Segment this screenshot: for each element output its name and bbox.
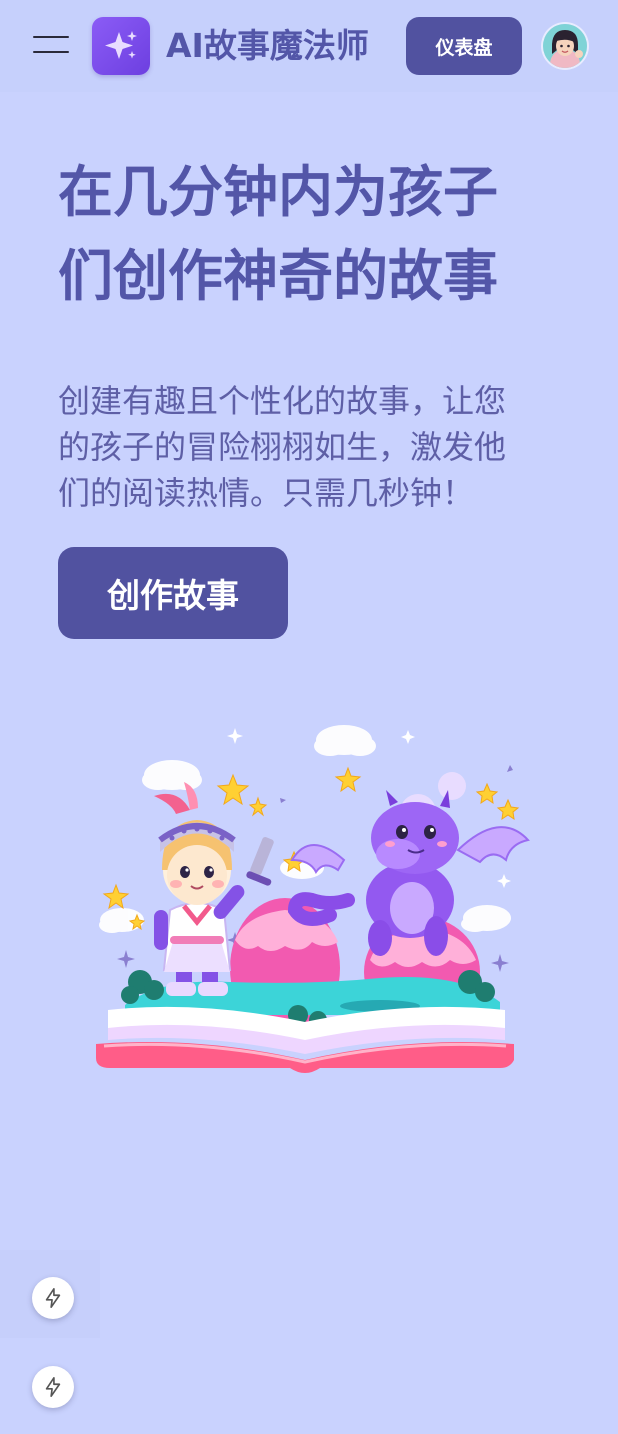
lightning-bolt-icon	[45, 1377, 61, 1397]
quick-action-button-1[interactable]	[32, 1277, 74, 1319]
hero-subtitle-line-3: 们的阅读热情。只需几秒钟！	[58, 474, 475, 512]
lightning-bolt-icon	[45, 1288, 61, 1308]
hero-title: 在几分钟内为孩子 们创作神奇的故事	[58, 150, 558, 318]
user-avatar[interactable]	[543, 24, 587, 68]
hero-subtitle-line-2: 的孩子的冒险栩栩如生，激发他	[58, 428, 507, 466]
app-title[interactable]: AI故事魔法师	[166, 22, 369, 70]
hamburger-menu-icon[interactable]	[33, 33, 71, 57]
knight-dragon-book-illustration	[96, 725, 530, 1073]
app-logo[interactable]	[92, 17, 150, 75]
hero-title-line-1: 在几分钟内为孩子	[58, 160, 499, 224]
hero-subtitle-line-1: 创建有趣且个性化的故事，让您	[58, 382, 507, 420]
sparkle-stars-icon	[105, 31, 137, 59]
hero-title-line-2: 们创作神奇的故事	[58, 244, 499, 308]
create-story-button[interactable]: 创作故事	[58, 547, 288, 639]
top-nav-bar: AI故事魔法师 仪表盘	[0, 0, 618, 92]
avatar-portrait-icon	[543, 24, 587, 68]
dashboard-button[interactable]: 仪表盘	[406, 17, 522, 75]
quick-action-button-2[interactable]	[32, 1366, 74, 1408]
hero-subtitle: 创建有趣且个性化的故事，让您 的孩子的冒险栩栩如生，激发他 们的阅读热情。只需几…	[58, 378, 558, 516]
hero-illustration	[80, 710, 540, 1090]
